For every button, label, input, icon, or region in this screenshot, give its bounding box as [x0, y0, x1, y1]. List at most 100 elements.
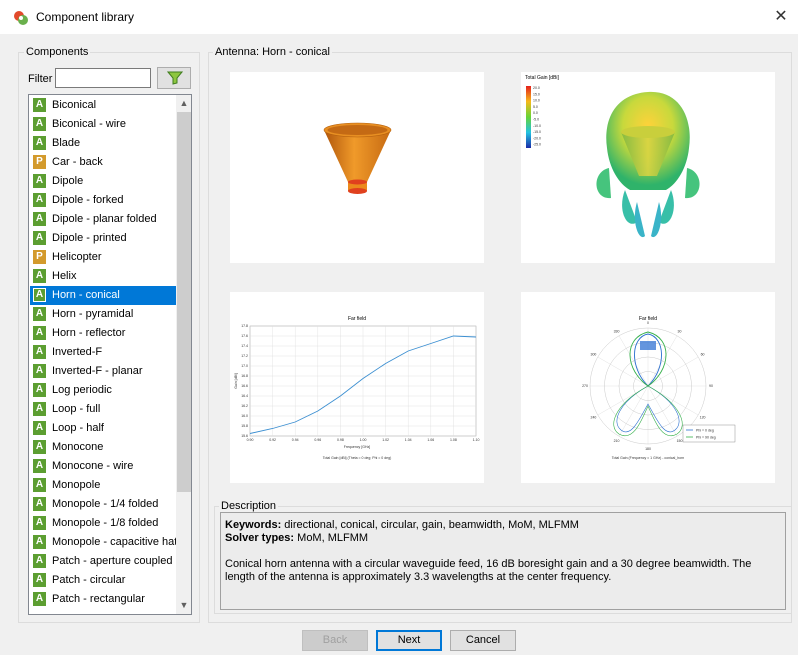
y-tick-label: 16.2 [241, 404, 248, 408]
list-item-label: Helix [52, 270, 77, 282]
close-button[interactable]: ✕ [768, 4, 794, 30]
list-item[interactable]: A Dipole - planar folded [30, 210, 176, 229]
list-item-label: Monopole [52, 479, 101, 491]
y-tick-label: 17.6 [241, 334, 248, 338]
description-group-label: Description [219, 500, 279, 512]
list-item-label: Horn - reflector [52, 327, 126, 339]
description-body: Conical horn antenna with a circular wav… [225, 558, 752, 583]
list-item-label: Monocone - wire [52, 460, 134, 472]
list-item[interactable]: A Blade [30, 134, 176, 153]
list-item[interactable]: A Monopole - 1/4 folded [30, 495, 176, 514]
list-item[interactable]: A Patch - circular [30, 571, 176, 590]
antenna-badge-icon: A [33, 117, 46, 131]
y-tick-label: 17.0 [241, 364, 248, 368]
angle-tick-label: 0 [647, 321, 649, 325]
list-item[interactable]: A Dipole - printed [30, 229, 176, 248]
next-button[interactable]: Next [376, 630, 442, 651]
x-tick-label: 0.96 [314, 438, 321, 442]
list-item[interactable]: A Patch - aperture coupled [30, 552, 176, 571]
list-item-label: Horn - pyramidal [52, 308, 134, 320]
window-title: Component library [36, 10, 135, 24]
antenna-badge-icon: A [33, 174, 46, 188]
polar-legend: Phi = 0 deg Phi = 90 deg [682, 424, 736, 443]
list-item-label: Monopole - 1/8 folded [52, 517, 159, 529]
x-tick-label: 0.90 [247, 438, 254, 442]
list-item[interactable]: A Inverted-F - planar [30, 362, 176, 381]
y-tick-label: 16.6 [241, 384, 248, 388]
components-list[interactable]: A Biconical A Biconical - wire A Blade P Car - … [28, 94, 192, 615]
list-item-label: Dipole - printed [52, 232, 127, 244]
antenna-badge-icon: A [33, 440, 46, 454]
list-item-label: Dipole [52, 175, 84, 187]
list-item[interactable]: P Car - back [30, 153, 176, 172]
antenna-badge-icon: A [33, 288, 46, 302]
angle-tick-label: 330 [614, 330, 620, 334]
cartesian-caption: Total Gain [dBi] (Theta = 0 deg; Phi = 0… [323, 456, 392, 460]
list-item-label: Monopole - capacitive hat [52, 536, 178, 548]
antenna-badge-icon: A [33, 307, 46, 321]
filter-input[interactable] [55, 68, 151, 88]
angle-tick-label: 90 [709, 384, 713, 388]
list-item[interactable]: A Loop - half [30, 419, 176, 438]
antenna-badge-icon: A [33, 364, 46, 378]
list-item[interactable]: A Biconical [30, 96, 176, 115]
scroll-up-button[interactable]: ▲ [176, 95, 191, 112]
antenna-badge-icon: A [33, 193, 46, 207]
antenna-badge-icon: A [33, 573, 46, 587]
list-item[interactable]: A Inverted-F [30, 343, 176, 362]
list-item[interactable]: A Monopole - 1/8 folded [30, 514, 176, 533]
gain-legend-value: 5.0 [533, 105, 538, 109]
polar-legend-phi90: Phi = 90 deg [696, 436, 716, 440]
list-item[interactable]: A Loop - full [30, 400, 176, 419]
solver-types-label: Solver types: [225, 532, 295, 544]
x-tick-label: 1.02 [382, 438, 389, 442]
polar-spoke [647, 356, 699, 387]
antenna-badge-icon: A [33, 383, 46, 397]
list-item[interactable]: A Monopole [30, 476, 176, 495]
list-item[interactable]: A Horn - conical [30, 286, 176, 305]
list-item[interactable]: A Log periodic [30, 381, 176, 400]
keywords-value: directional, conical, circular, gain, be… [281, 519, 579, 531]
scroll-thumb[interactable] [177, 112, 191, 492]
angle-tick-label: 300 [591, 353, 597, 357]
x-tick-label: 1.00 [360, 438, 367, 442]
list-item[interactable]: A Horn - pyramidal [30, 305, 176, 324]
gain-legend-value: 20.0 [533, 86, 540, 90]
title-bar: Component library ✕ [0, 0, 798, 34]
scroll-down-button[interactable]: ▼ [176, 597, 191, 614]
y-tick-label: 15.8 [241, 424, 248, 428]
antenna-badge-icon: A [33, 402, 46, 416]
list-item-label: Patch - aperture coupled [52, 555, 173, 567]
polar-spoke [618, 385, 649, 437]
gain-legend-title: Total Gain [dBi] [525, 75, 560, 81]
y-tick-label: 15.6 [241, 434, 248, 438]
list-item[interactable]: A Biconical - wire [30, 115, 176, 134]
platform-badge-icon: P [33, 155, 46, 169]
list-item[interactable]: A Monocone [30, 438, 176, 457]
back-button[interactable]: Back [302, 630, 368, 651]
list-item[interactable]: P Helicopter [30, 248, 176, 267]
list-item[interactable]: A Dipole [30, 172, 176, 191]
list-item[interactable]: A Horn - reflector [30, 324, 176, 343]
description-text-box: Keywords: directional, conical, circular… [220, 512, 786, 610]
cancel-button[interactable]: Cancel [450, 630, 516, 651]
horn-model-image [230, 72, 484, 263]
cartesian-chart-title: Far field [348, 316, 366, 322]
solver-types-value: MoM, MLFMM [294, 532, 369, 544]
list-scrollbar[interactable]: ▲ ▼ [176, 95, 191, 614]
polar-legend-phi0: Phi = 0 deg [696, 429, 714, 433]
list-item[interactable]: A Monopole - capacitive hat [30, 533, 178, 552]
filter-button[interactable] [157, 67, 191, 89]
list-item[interactable]: A Dipole - forked [30, 191, 176, 210]
antenna-badge-icon: A [33, 231, 46, 245]
list-item[interactable]: A Monocone - wire [30, 457, 176, 476]
list-item[interactable]: A Helix [30, 267, 176, 286]
polar-spoke [597, 356, 649, 387]
list-item-label: Loop - full [52, 403, 101, 415]
antenna-badge-icon: A [33, 269, 46, 283]
list-item[interactable]: A Patch - rectangular [30, 590, 176, 609]
x-tick-label: 1.04 [405, 438, 412, 442]
list-item-label: Patch - circular [52, 574, 126, 586]
gain-legend-value: -10.0 [533, 124, 541, 128]
antenna-badge-icon: A [33, 497, 46, 511]
